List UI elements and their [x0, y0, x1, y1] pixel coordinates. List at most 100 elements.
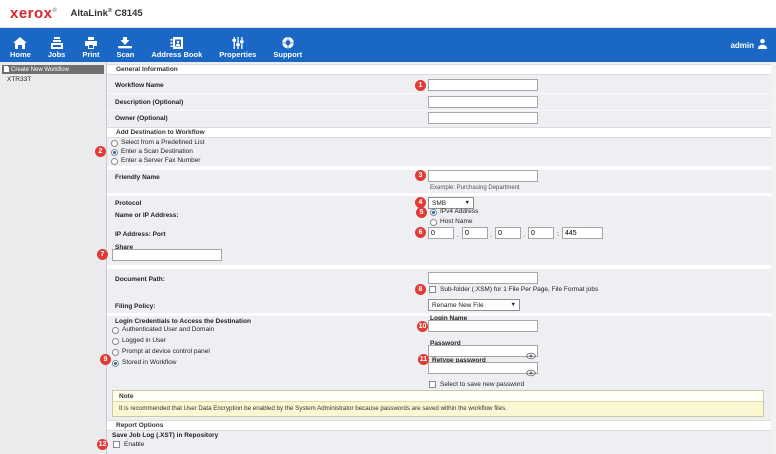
save-password-label: Select to save new password [440, 381, 524, 388]
host-name-radio[interactable] [430, 219, 437, 226]
admin-user[interactable]: admin [730, 28, 768, 62]
authenticated-user-label: Authenticated User and Domain [122, 326, 214, 333]
chevron-down-icon: ▼ [511, 302, 516, 308]
support-icon [281, 37, 295, 50]
section-report-options: Report Options [107, 420, 771, 431]
scan-destination-radio[interactable] [111, 149, 118, 156]
registered-mark: ® [53, 8, 58, 14]
ip-dot-separator: . [457, 232, 459, 239]
sidebar-item-xtr33t[interactable]: XTR33T [0, 74, 106, 83]
note-title: Note [113, 391, 763, 402]
name-ip-label: Name or IP Address: [115, 212, 179, 219]
new-workflow-icon [4, 66, 9, 74]
ip-octet-1-input[interactable] [428, 227, 454, 239]
annotation-marker-10: 10 [417, 321, 428, 332]
device-model: AltaLink® C8145 [70, 8, 142, 19]
stored-in-workflow-label: Stored in Workflow [122, 359, 176, 366]
save-job-log-label: Save Job Log (.XST) in Repository [112, 432, 218, 439]
friendly-name-example: Example: Purchasing Department [430, 185, 520, 191]
subfolder-checkbox[interactable] [429, 286, 436, 293]
description-label: Description (Optional) [115, 99, 183, 106]
annotation-marker-7: 7 [97, 249, 108, 260]
top-header-bar: xerox® AltaLink® C8145 [0, 0, 776, 28]
friendly-name-label: Friendly Name [115, 174, 160, 181]
nav-item-home[interactable]: Home [10, 37, 31, 59]
login-name-input[interactable] [428, 320, 538, 332]
authenticated-user-radio[interactable] [112, 327, 119, 334]
section-add-destination: Add Destination to Workflow [107, 127, 771, 138]
jobs-icon [50, 37, 64, 50]
address-book-icon [170, 37, 184, 50]
note-text: It is recommended that User Data Encrypt… [113, 402, 763, 416]
annotation-marker-2: 2 [95, 146, 106, 157]
annotation-marker-3: 3 [415, 170, 426, 181]
retype-password-visibility-icon[interactable] [526, 364, 536, 372]
enable-checkbox[interactable] [113, 441, 120, 448]
scan-icon [118, 37, 132, 50]
save-password-checkbox[interactable] [429, 381, 436, 388]
nav-item-print[interactable]: Print [82, 37, 99, 59]
logged-in-user-label: Logged in User [122, 337, 166, 344]
retype-password-input[interactable] [428, 362, 538, 374]
nav-item-jobs[interactable]: Jobs [48, 37, 66, 59]
password-input[interactable] [428, 345, 538, 357]
annotation-marker-9: 9 [100, 354, 111, 365]
ip-dot-separator: . [490, 232, 492, 239]
prompt-control-panel-radio[interactable] [112, 349, 119, 356]
workflow-sidebar: Create New Workflow XTR33T [0, 62, 107, 454]
print-icon [84, 37, 98, 50]
annotation-marker-5: 5 [416, 207, 427, 218]
ip-dot-separator: . [523, 232, 525, 239]
workflow-form: General Information Workflow Name 1 Desc… [107, 62, 771, 454]
ip-colon-separator: : [557, 231, 559, 238]
owner-label: Owner (Optional) [115, 115, 168, 122]
note-box: Note It is recommended that User Data En… [112, 390, 764, 417]
port-input[interactable] [562, 227, 603, 239]
predefined-list-label: Select from a Predefined List [121, 139, 204, 146]
ipv4-address-label: IPv4 Address [440, 208, 478, 215]
login-credentials-label: Login Credentials to Access the Destinat… [115, 318, 251, 325]
chevron-down-icon: ▼ [465, 200, 470, 206]
ip-octet-4-input[interactable] [528, 227, 554, 239]
annotation-marker-6: 6 [415, 227, 426, 238]
stored-in-workflow-radio[interactable] [112, 360, 119, 367]
nav-item-scan[interactable]: Scan [116, 37, 134, 59]
filing-policy-select[interactable]: Rename New File ▼ [428, 299, 520, 311]
owner-input[interactable] [428, 112, 538, 124]
password-visibility-icon[interactable] [526, 347, 536, 355]
section-general-information: General Information [107, 64, 771, 75]
nav-item-properties[interactable]: Properties [219, 37, 256, 59]
admin-username: admin [730, 41, 754, 50]
sidebar-item-create-new-workflow[interactable]: Create New Workflow [2, 65, 104, 74]
nav-item-address-book[interactable]: Address Book [151, 37, 202, 59]
description-input[interactable] [428, 96, 538, 108]
filing-policy-label: Filing Policy: [115, 303, 155, 310]
logged-in-user-radio[interactable] [112, 338, 119, 345]
predefined-list-radio[interactable] [111, 140, 118, 147]
workflow-name-label: Workflow Name [115, 82, 164, 89]
server-fax-radio[interactable] [111, 158, 118, 165]
annotation-marker-8: 8 [415, 284, 426, 295]
enable-label: Enable [124, 441, 144, 448]
properties-icon [231, 37, 245, 50]
document-path-input[interactable] [428, 272, 538, 284]
document-path-label: Document Path: [115, 276, 165, 283]
workflow-name-input[interactable] [428, 79, 538, 91]
prompt-control-panel-label: Prompt at device control panel [122, 348, 210, 355]
subfolder-label: Sub-folder (.XSM) for 1 File Per Page, F… [440, 286, 598, 293]
scan-destination-label: Enter a Scan Destination [121, 148, 193, 155]
xerox-logo: xerox® [10, 6, 57, 21]
user-icon [757, 36, 768, 54]
host-name-label: Host Name [440, 218, 473, 225]
ipv4-address-radio[interactable] [430, 209, 437, 216]
share-input[interactable] [112, 249, 222, 261]
annotation-marker-1: 1 [415, 80, 426, 91]
ip-octet-2-input[interactable] [462, 227, 488, 239]
nav-item-support[interactable]: Support [273, 37, 302, 59]
xerox-wordmark: xerox [10, 5, 53, 22]
protocol-label: Protocol [115, 200, 141, 207]
ip-octet-3-input[interactable] [495, 227, 521, 239]
ip-port-label: IP Address: Port [115, 231, 166, 238]
friendly-name-input[interactable] [428, 170, 538, 182]
annotation-marker-12: 12 [97, 439, 108, 450]
